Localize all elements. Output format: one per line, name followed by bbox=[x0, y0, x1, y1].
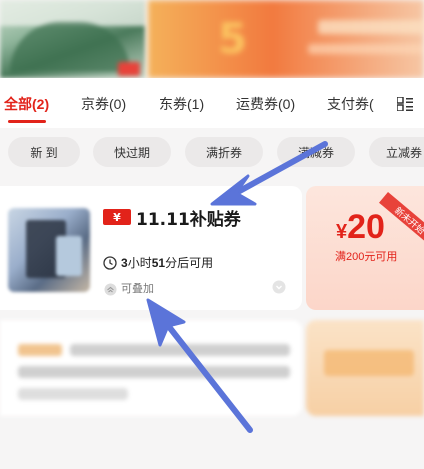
time-hours: 3 bbox=[121, 256, 128, 270]
clock-icon bbox=[103, 255, 117, 270]
amount-value: 20 bbox=[347, 208, 385, 246]
stack-icon bbox=[104, 281, 117, 296]
tab-payment-coupon[interactable]: 支付券( bbox=[327, 94, 374, 114]
coupon-title: 11.11补贴券 bbox=[136, 210, 241, 230]
grid-icon[interactable] bbox=[396, 96, 413, 112]
coupon-card[interactable]: ¥ 11.11补贴券 3小时51分后可用 可叠加 新未开始 ¥20 满200元可… bbox=[0, 186, 424, 310]
chip-instant-reduction[interactable]: 立减券 bbox=[369, 137, 424, 167]
coupon-card-2[interactable] bbox=[0, 320, 424, 416]
banner-image-right[interactable]: 5 bbox=[148, 0, 424, 78]
coupon-amount: ¥20 bbox=[336, 208, 385, 247]
coupon-list-page: 5 全部(2) 京券(0) 东券(1) 运费券(0) 支付券( 新 到 快过期 … bbox=[0, 0, 424, 469]
time-minutes: 51 bbox=[151, 256, 166, 270]
promo-banner[interactable]: 5 bbox=[0, 0, 424, 78]
tab-dongquan[interactable]: 东券(1) bbox=[159, 94, 204, 114]
time-minutes-unit: 分后可用 bbox=[165, 256, 214, 270]
chip-discount[interactable]: 满折券 bbox=[185, 137, 263, 167]
coupon-condition: 满200元可用 bbox=[335, 251, 398, 263]
banner-image-left[interactable] bbox=[0, 0, 145, 78]
tab-shipping-coupon[interactable]: 运费券(0) bbox=[236, 94, 295, 114]
coupon-tag: ¥ bbox=[103, 209, 131, 225]
coupon-card-2-main[interactable] bbox=[0, 320, 302, 416]
coupon-card-2-value[interactable] bbox=[306, 320, 424, 416]
coupon-value-panel[interactable]: 新未开始 ¥20 满200元可用 bbox=[306, 186, 424, 310]
chip-new[interactable]: 新 到 bbox=[8, 137, 80, 167]
not-started-badge: 新未开始 bbox=[379, 192, 424, 248]
tab-jingquan[interactable]: 京券(0) bbox=[81, 94, 126, 114]
coupon-card-main[interactable]: ¥ 11.11补贴券 3小时51分后可用 可叠加 bbox=[0, 186, 302, 310]
stackable-label: 可叠加 bbox=[121, 283, 154, 295]
coupon-availability-time: 3小时51分后可用 bbox=[121, 254, 213, 271]
coupon-type-tabs: 全部(2) 京券(0) 东券(1) 运费券(0) 支付券( bbox=[0, 78, 424, 128]
chip-expiring[interactable]: 快过期 bbox=[93, 137, 171, 167]
tab-all[interactable]: 全部(2) bbox=[4, 94, 49, 114]
currency-symbol: ¥ bbox=[336, 221, 348, 243]
product-thumbnail[interactable] bbox=[8, 208, 90, 292]
active-tab-indicator bbox=[8, 120, 46, 123]
filter-chips: 新 到 快过期 满折券 满减券 立减券 bbox=[0, 128, 424, 176]
chip-full-reduction[interactable]: 满减券 bbox=[277, 137, 355, 167]
time-hours-unit: 小时 bbox=[127, 256, 152, 270]
more-icon[interactable] bbox=[272, 279, 286, 294]
